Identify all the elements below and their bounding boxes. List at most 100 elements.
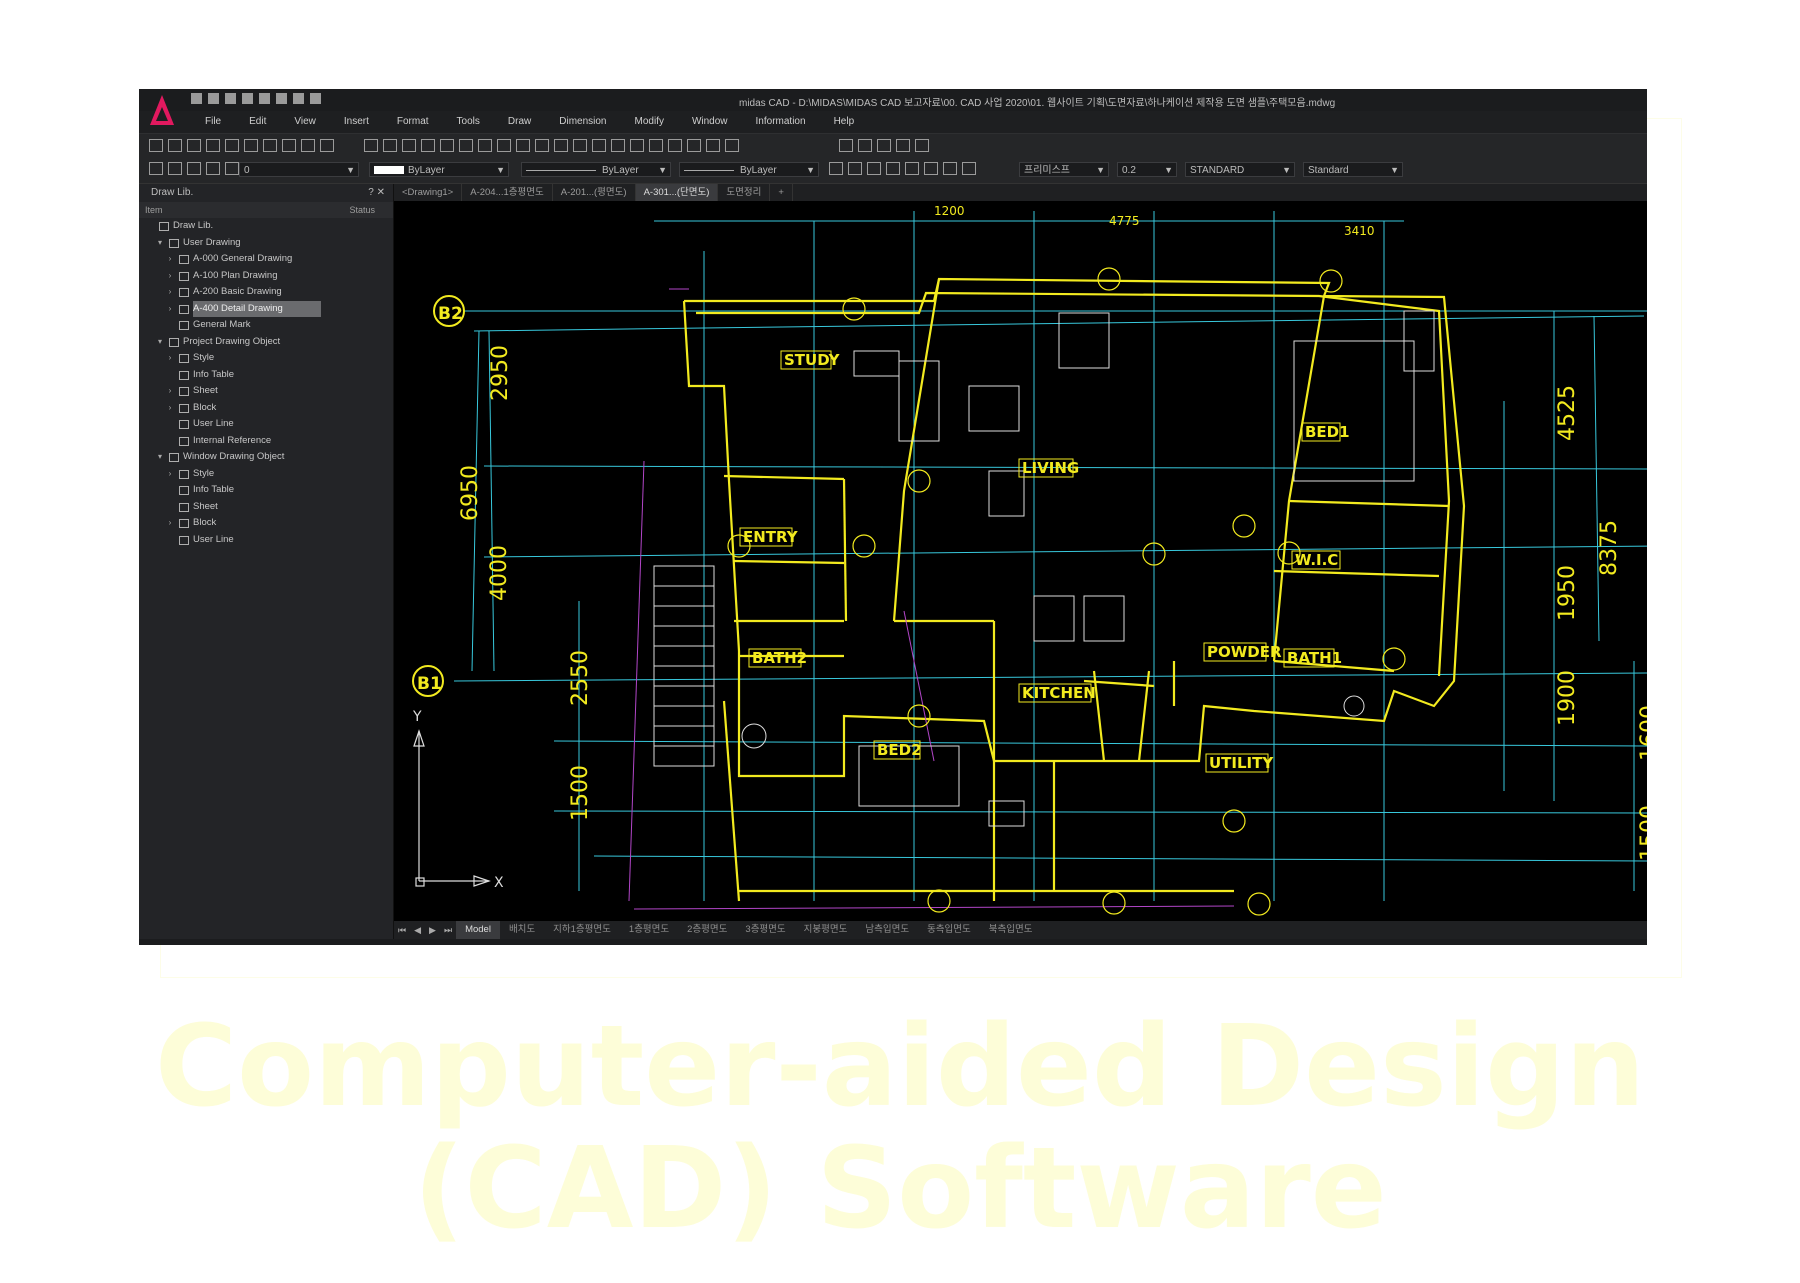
tree-item[interactable]: › Style: [139, 350, 393, 367]
tree-item[interactable]: Internal Reference: [139, 433, 393, 450]
tree-item[interactable]: Info Table: [139, 367, 393, 384]
region-icon[interactable]: [611, 139, 625, 152]
text-height-select[interactable]: 0.2 ▼: [1117, 162, 1177, 177]
layout-tab[interactable]: 북측입면도: [980, 921, 1042, 939]
menu-insert[interactable]: Insert: [330, 113, 383, 131]
layout-tab[interactable]: 지하1층평면도: [544, 921, 620, 939]
mtext-icon[interactable]: [687, 139, 701, 152]
document-tab[interactable]: A-204...1층평면도: [462, 184, 553, 201]
redo-icon[interactable]: [310, 93, 321, 104]
menu-information[interactable]: Information: [742, 113, 820, 131]
menu-modify[interactable]: Modify: [621, 113, 678, 131]
menu-draw[interactable]: Draw: [494, 113, 545, 131]
save-icon[interactable]: [225, 93, 236, 104]
layout-tab[interactable]: 배치도: [500, 921, 544, 939]
layout-tab[interactable]: 남측입면도: [856, 921, 918, 939]
expand-toggle-icon[interactable]: ›: [165, 515, 175, 532]
rectangle-icon[interactable]: [478, 139, 492, 152]
print-icon[interactable]: [259, 93, 270, 104]
style-f-icon[interactable]: [924, 162, 938, 175]
color-square-icon[interactable]: [225, 162, 239, 175]
prev-tab-icon[interactable]: ◀: [410, 925, 425, 936]
open-file-icon[interactable]: [208, 93, 219, 104]
panel-controls[interactable]: ? ✕: [368, 184, 385, 202]
dim-style-select[interactable]: STANDARD ▼: [1185, 162, 1295, 177]
drawing-canvas[interactable]: STUDY LIVING BED1 ENTRY W.I.C BATH2 KITC…: [394, 201, 1647, 921]
table-style-select[interactable]: Standard ▼: [1303, 162, 1403, 177]
menu-view[interactable]: View: [280, 113, 330, 131]
donut-icon[interactable]: [535, 139, 549, 152]
expand-toggle-icon[interactable]: ›: [165, 301, 175, 318]
document-tab[interactable]: +: [770, 184, 793, 201]
xline-icon[interactable]: [383, 139, 397, 152]
move-icon[interactable]: [706, 139, 720, 152]
dim-center-icon[interactable]: [320, 139, 334, 152]
tree-item[interactable]: Sheet: [139, 499, 393, 516]
document-tab[interactable]: 도면정리: [718, 184, 771, 201]
ray-icon[interactable]: [402, 139, 416, 152]
last-tab-icon[interactable]: ⏭: [440, 925, 456, 936]
document-tab[interactable]: <Drawing1>: [394, 184, 463, 201]
new-file-icon[interactable]: [191, 93, 202, 104]
layer-isolate-icon[interactable]: [896, 139, 910, 152]
style-d-icon[interactable]: [886, 162, 900, 175]
undo-icon[interactable]: [293, 93, 304, 104]
color-select[interactable]: ByLayer ▼: [369, 162, 509, 177]
tree-item[interactable]: Info Table: [139, 482, 393, 499]
style-a-icon[interactable]: [829, 162, 843, 175]
next-tab-icon[interactable]: ▶: [425, 925, 440, 936]
polyline-icon[interactable]: [421, 139, 435, 152]
dim-linear-icon[interactable]: [149, 139, 163, 152]
circle-icon[interactable]: [516, 139, 530, 152]
copy-icon[interactable]: [725, 139, 739, 152]
app-logo-icon[interactable]: [149, 93, 175, 129]
layout-tab[interactable]: 지붕평면도: [795, 921, 857, 939]
polygon-icon[interactable]: [459, 139, 473, 152]
dim-radius-icon[interactable]: [206, 139, 220, 152]
tree-item[interactable]: User Line: [139, 532, 393, 549]
style-g-icon[interactable]: [943, 162, 957, 175]
tree-item[interactable]: › Block: [139, 400, 393, 417]
style-e-icon[interactable]: [905, 162, 919, 175]
dim-baseline-icon[interactable]: [244, 139, 258, 152]
linetype-select[interactable]: ByLayer ▼: [521, 162, 671, 177]
document-tab[interactable]: A-201...(평면도): [553, 184, 636, 201]
point-icon[interactable]: [668, 139, 682, 152]
layer-select[interactable]: 0 ▼: [239, 162, 359, 177]
insert-icon[interactable]: [649, 139, 663, 152]
plot-icon[interactable]: [276, 93, 287, 104]
dim-angular-icon[interactable]: [187, 139, 201, 152]
tree-item[interactable]: › A-400 Detail Drawing: [139, 300, 393, 318]
tree-item[interactable]: › A-000 General Drawing: [139, 251, 393, 268]
tree-item[interactable]: User Line: [139, 416, 393, 433]
tree-item[interactable]: ▾ Project Drawing Object: [139, 334, 393, 351]
expand-toggle-icon[interactable]: ▾: [155, 235, 165, 252]
arc-icon[interactable]: [497, 139, 511, 152]
tree-item[interactable]: › Style: [139, 466, 393, 483]
menu-help[interactable]: Help: [820, 113, 869, 131]
menu-edit[interactable]: Edit: [235, 113, 280, 131]
expand-toggle-icon[interactable]: ›: [165, 350, 175, 367]
hatch-icon[interactable]: [573, 139, 587, 152]
style-c-icon[interactable]: [867, 162, 881, 175]
expand-toggle-icon[interactable]: ▾: [155, 334, 165, 351]
menu-dimension[interactable]: Dimension: [545, 113, 620, 131]
floor-plan-drawing[interactable]: STUDY LIVING BED1 ENTRY W.I.C BATH2 KITC…: [394, 201, 1647, 921]
sun-icon[interactable]: [187, 162, 201, 175]
line-icon[interactable]: [364, 139, 378, 152]
tree-item[interactable]: Draw Lib.: [139, 218, 393, 235]
dim-ordinate-icon[interactable]: [301, 139, 315, 152]
tree-item[interactable]: ▾ Window Drawing Object: [139, 449, 393, 466]
tree-item[interactable]: › Block: [139, 515, 393, 532]
expand-toggle-icon[interactable]: ▾: [155, 449, 165, 466]
layer-manager-icon[interactable]: [839, 139, 853, 152]
layout-tab[interactable]: 1층평면도: [620, 921, 678, 939]
dim-aligned-icon[interactable]: [168, 139, 182, 152]
lineweight-select[interactable]: ByLayer ▼: [679, 162, 819, 177]
menu-file[interactable]: File: [191, 113, 235, 131]
document-tab[interactable]: A-301...(단면도): [635, 184, 719, 201]
properties-icon[interactable]: [915, 139, 929, 152]
expand-toggle-icon[interactable]: ›: [165, 400, 175, 417]
spline-icon[interactable]: [440, 139, 454, 152]
save-as-icon[interactable]: [242, 93, 253, 104]
